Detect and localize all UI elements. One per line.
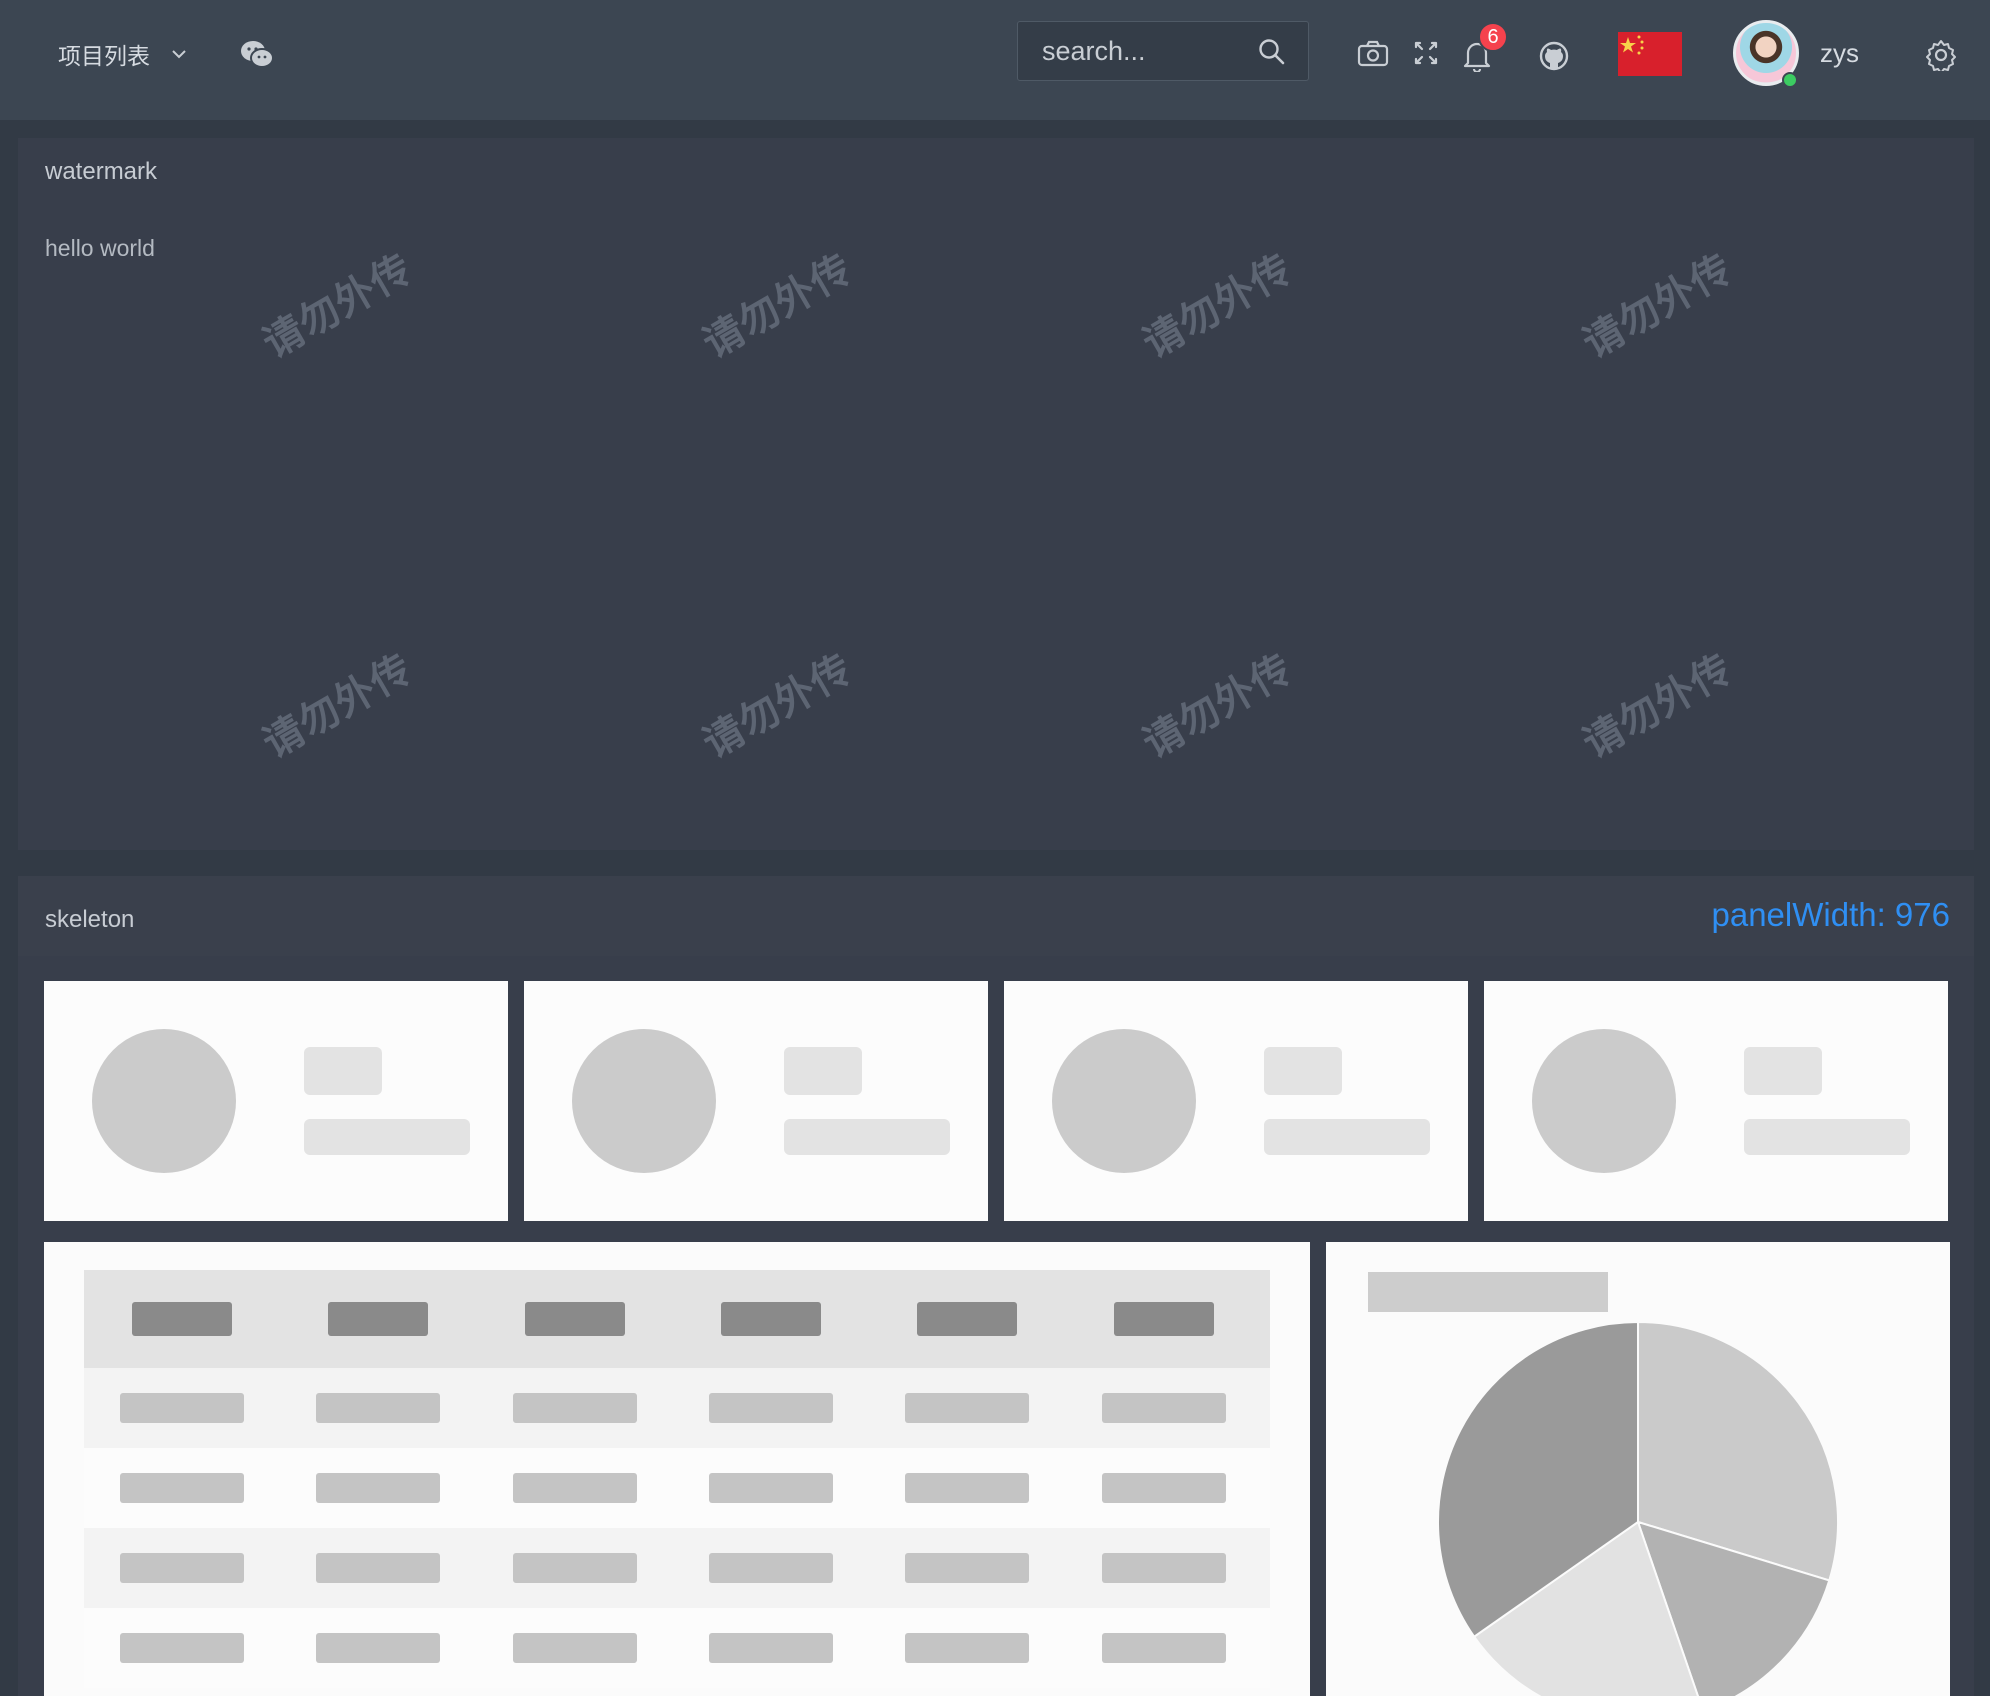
skeleton-table-cell: [1102, 1553, 1226, 1583]
skeleton-table-cell: [120, 1473, 244, 1503]
skeleton-table-cell: [513, 1553, 637, 1583]
skeleton-table-cell: [905, 1633, 1029, 1663]
skeleton-table-header: [84, 1270, 1270, 1368]
skeleton-table-cell: [316, 1473, 440, 1503]
search-icon[interactable]: [1258, 38, 1286, 66]
panel-title: watermark: [45, 158, 158, 185]
skeleton-card: [524, 981, 988, 1221]
skeleton-avatar: [1052, 1029, 1196, 1173]
skeleton-line: [784, 1119, 950, 1155]
watermark-panel: watermark hello world 请勿外传 请勿外传 请勿外传 请勿外…: [18, 138, 1974, 850]
skeleton-avatar: [1532, 1029, 1676, 1173]
skeleton-panel: skeleton panelWidth: 976: [18, 876, 1974, 1696]
skeleton-table-cell: [905, 1473, 1029, 1503]
gear-icon[interactable]: [1925, 39, 1957, 71]
skeleton-table-cell: [1102, 1473, 1226, 1503]
skeleton-table-cell: [316, 1633, 440, 1663]
skeleton-table-cell: [513, 1393, 637, 1423]
project-list-label: 项目列表: [58, 44, 150, 70]
top-navbar: 项目列表 6: [0, 0, 1990, 120]
skeleton-table-cell: [525, 1302, 625, 1336]
watermark-text: 请勿外传: [255, 645, 421, 768]
skeleton-pie-card: [1326, 1242, 1950, 1696]
panel-width-label: panelWidth: 976: [1711, 896, 1951, 933]
skeleton-table-cell: [1102, 1393, 1226, 1423]
skeleton-avatar: [572, 1029, 716, 1173]
skeleton-table-cell: [120, 1553, 244, 1583]
skeleton-card: [1004, 981, 1468, 1221]
skeleton-table-cell: [1102, 1633, 1226, 1663]
skeleton-table-cell: [132, 1302, 232, 1336]
skeleton-line: [1744, 1119, 1910, 1155]
skeleton-table-cell: [709, 1553, 833, 1583]
watermark-text: 请勿外传: [1575, 645, 1741, 768]
panel-title: skeleton: [45, 906, 135, 933]
skeleton-table-cell: [328, 1302, 428, 1336]
watermark-text: 请勿外传: [695, 645, 861, 768]
skeleton-table-row: [84, 1368, 1270, 1448]
skeleton-line: [1744, 1047, 1822, 1095]
panel-content: hello world: [45, 235, 155, 261]
project-list-dropdown[interactable]: 项目列表: [58, 36, 188, 72]
skeleton-line: [304, 1119, 470, 1155]
skeleton-line: [1264, 1047, 1342, 1095]
watermark-text: 请勿外传: [1575, 245, 1741, 368]
skeleton-table-cell: [316, 1553, 440, 1583]
panel-header: skeleton panelWidth: 976: [18, 876, 1974, 956]
online-status-dot: [1782, 72, 1798, 88]
username[interactable]: zys: [1820, 38, 1859, 69]
search-input[interactable]: [1040, 34, 1254, 68]
skeleton-table-cell: [709, 1473, 833, 1503]
camera-icon[interactable]: [1357, 40, 1389, 68]
skeleton-avatar: [92, 1029, 236, 1173]
skeleton-table-cell: [709, 1393, 833, 1423]
skeleton-table-cell: [316, 1393, 440, 1423]
chevron-down-icon: [172, 50, 186, 59]
search-box[interactable]: [1017, 21, 1309, 81]
skeleton-table-cell: [120, 1633, 244, 1663]
skeleton-table-cell: [1114, 1302, 1214, 1336]
skeleton-table-cell: [513, 1633, 637, 1663]
skeleton-card: [44, 981, 508, 1221]
skeleton-table-row: [84, 1528, 1270, 1608]
wechat-icon[interactable]: [240, 38, 274, 72]
notification-badge: 6: [1478, 22, 1508, 52]
watermark-text: 请勿外传: [1135, 245, 1301, 368]
skeleton-table-cell: [513, 1473, 637, 1503]
skeleton-line: [1264, 1119, 1430, 1155]
watermark-text: 请勿外传: [1135, 645, 1301, 768]
skeleton-line: [784, 1047, 862, 1095]
skeleton-table-cell: [721, 1302, 821, 1336]
skeleton-pie-chart: [1437, 1320, 1839, 1696]
china-flag-icon[interactable]: [1618, 32, 1682, 76]
watermark-text: 请勿外传: [255, 245, 421, 368]
watermark-text: 请勿外传: [695, 245, 861, 368]
skeleton-table-card: [44, 1242, 1310, 1696]
china-flag-stars-icon: [1620, 35, 1644, 55]
skeleton-table-cell: [120, 1393, 244, 1423]
github-icon[interactable]: [1538, 40, 1570, 72]
skeleton-table-row: [84, 1448, 1270, 1528]
skeleton-table-cell: [905, 1393, 1029, 1423]
skeleton-line: [304, 1047, 382, 1095]
skeleton-table-row: [84, 1608, 1270, 1688]
skeleton-table-cell: [917, 1302, 1017, 1336]
fullscreen-icon[interactable]: [1414, 41, 1438, 65]
skeleton-table-cell: [905, 1553, 1029, 1583]
skeleton-card: [1484, 981, 1948, 1221]
skeleton-table-cell: [709, 1633, 833, 1663]
